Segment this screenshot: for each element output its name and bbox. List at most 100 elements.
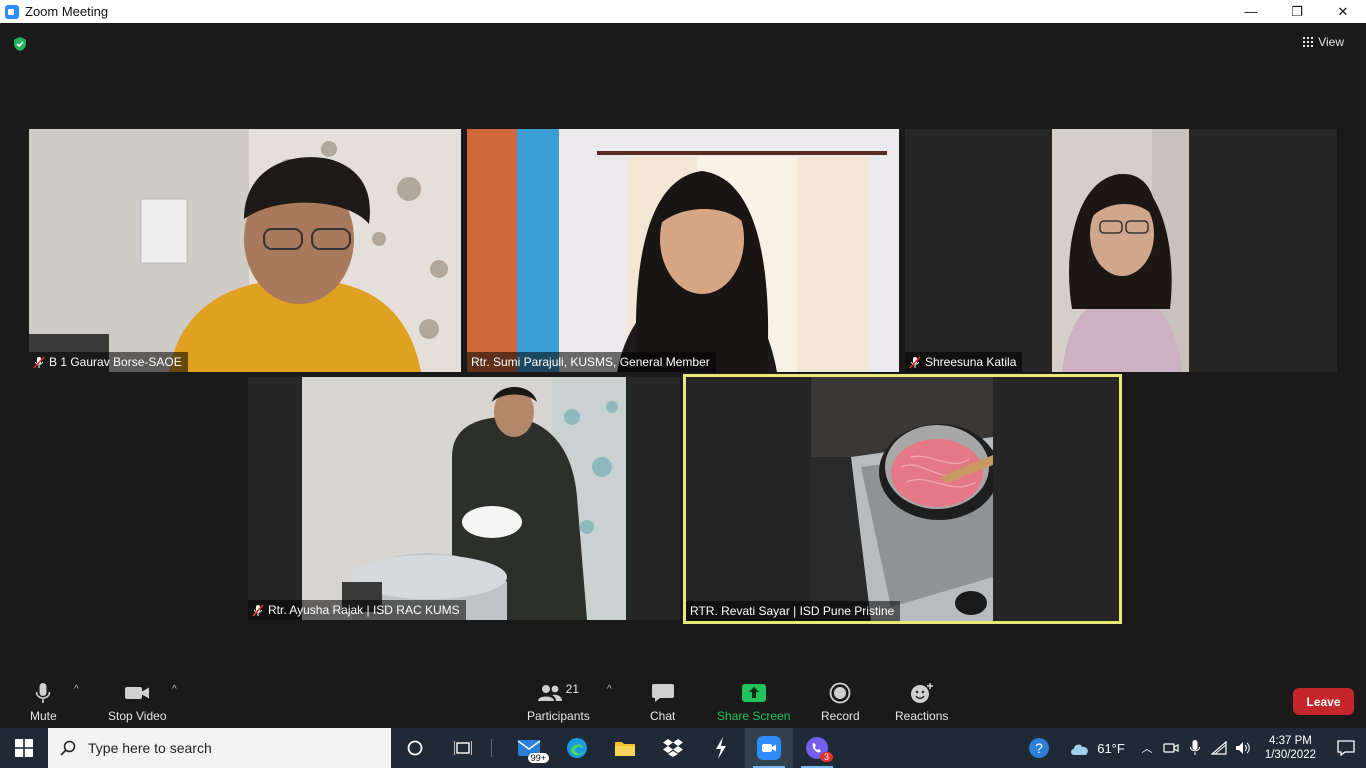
mute-label: Mute xyxy=(30,709,57,723)
microphone-icon xyxy=(36,683,51,703)
zoom-logo-icon xyxy=(5,4,19,19)
video-tile-1[interactable]: B 1 Gaurav Borse-SAOE xyxy=(29,129,461,372)
microphone-tray-icon xyxy=(1189,740,1200,755)
search-placeholder: Type here to search xyxy=(88,740,212,756)
chat-bubble-icon xyxy=(651,684,674,702)
notification-icon xyxy=(1337,740,1355,756)
record-button[interactable]: Record xyxy=(821,680,860,723)
start-button[interactable] xyxy=(0,728,48,768)
weather-temperature: 61°F xyxy=(1097,740,1125,756)
edge-browser-icon xyxy=(567,738,587,758)
close-button[interactable]: ✕ xyxy=(1320,0,1366,23)
video-tile-5-active-speaker[interactable]: RTR. Revati Sayar | ISD Pune Pristine xyxy=(683,374,1122,624)
cortana-circle-icon xyxy=(407,740,423,756)
chat-button[interactable]: Chat xyxy=(650,680,675,723)
viber-app-button[interactable]: 3 xyxy=(793,728,841,768)
view-label: View xyxy=(1318,35,1344,49)
restore-button[interactable]: ❐ xyxy=(1274,0,1320,23)
video-options-caret-icon[interactable]: ^ xyxy=(172,684,177,695)
wifi-icon xyxy=(1210,741,1227,755)
minimize-button[interactable]: — xyxy=(1228,0,1274,23)
mail-app-button[interactable]: 99+ xyxy=(505,728,553,768)
folder-icon xyxy=(615,742,635,756)
viber-badge: 3 xyxy=(819,752,833,762)
participant-name: Rtr. Ayusha Rajak | ISD RAC KUMS xyxy=(268,603,460,617)
chevron-up-icon: ︿ xyxy=(1141,743,1153,755)
windows-taskbar: Type here to search 99+ 3 ? 61°F ︿ 4:37 … xyxy=(0,728,1366,768)
volume-button[interactable] xyxy=(1231,728,1255,768)
file-explorer-button[interactable] xyxy=(601,728,649,768)
share-screen-button[interactable]: Share Screen xyxy=(717,680,790,723)
participant-name: RTR. Revati Sayar | ISD Pune Pristine xyxy=(690,604,895,618)
cloud-weather-icon xyxy=(1071,744,1089,755)
lightning-app-button[interactable] xyxy=(697,728,745,768)
participant-name: B 1 Gaurav Borse-SAOE xyxy=(49,355,182,369)
participant-video xyxy=(1052,129,1189,372)
encryption-shield-icon[interactable] xyxy=(12,36,28,52)
participant-name: Shreesuna Katila xyxy=(925,355,1017,369)
participant-video xyxy=(302,377,626,620)
participants-icon xyxy=(537,685,562,701)
share-screen-label: Share Screen xyxy=(717,709,791,723)
record-label: Record xyxy=(821,709,860,723)
video-tile-3[interactable]: Shreesuna Katila xyxy=(905,129,1337,372)
window-title: Zoom Meeting xyxy=(25,4,109,19)
clock-time: 4:37 PM xyxy=(1269,735,1312,747)
view-button[interactable]: View xyxy=(1303,35,1344,49)
chat-label: Chat xyxy=(650,709,676,723)
taskbar-clock[interactable]: 4:37 PM 1/30/2022 xyxy=(1255,734,1326,762)
participants-label: Participants xyxy=(527,709,590,723)
muted-mic-icon xyxy=(33,355,45,369)
zoom-app-icon xyxy=(757,736,781,760)
lightning-bolt-icon xyxy=(716,737,726,759)
taskbar-search-box[interactable]: Type here to search xyxy=(48,728,391,768)
stop-video-button[interactable]: Stop Video xyxy=(108,680,167,723)
participant-video xyxy=(467,129,899,372)
participants-count: 21 xyxy=(565,682,580,696)
action-center-button[interactable] xyxy=(1326,728,1366,768)
audio-options-caret-icon[interactable]: ^ xyxy=(74,684,79,695)
system-tray: ? 61°F ︿ 4:37 PM 1/30/2022 xyxy=(1019,728,1366,768)
meeting-toolbar: Mute ^ Stop Video ^ 21 Participants ^ Ch… xyxy=(0,676,1366,728)
help-icon: ? xyxy=(1029,738,1050,758)
help-button[interactable]: ? xyxy=(1019,728,1059,768)
windows-logo-icon xyxy=(15,739,33,757)
cortana-button[interactable] xyxy=(391,728,439,768)
task-view-button[interactable] xyxy=(439,728,487,768)
participants-button[interactable]: 21 Participants xyxy=(527,680,590,723)
title-bar: Zoom Meeting — ❐ ✕ xyxy=(0,0,1366,23)
reactions-smiley-icon xyxy=(910,683,933,703)
participants-options-caret-icon[interactable]: ^ xyxy=(607,684,612,695)
microphone-in-use-button[interactable] xyxy=(1183,728,1207,768)
record-icon xyxy=(829,682,851,704)
taskbar-divider xyxy=(491,739,501,757)
video-camera-icon xyxy=(125,687,150,699)
meet-now-button[interactable] xyxy=(1159,728,1183,768)
window-controls: — ❐ ✕ xyxy=(1228,0,1366,23)
meeting-area: View B 1 Gaurav Borse-SAOE Rtr. Sumi Par… xyxy=(0,23,1366,676)
speaker-volume-icon xyxy=(1235,742,1250,754)
video-tile-2[interactable]: Rtr. Sumi Parajuli, KUSMS, General Membe… xyxy=(467,129,899,372)
show-hidden-icons-button[interactable]: ︿ xyxy=(1135,728,1159,768)
search-icon xyxy=(60,740,76,756)
participant-video xyxy=(29,129,461,372)
stop-video-label: Stop Video xyxy=(108,709,167,723)
participant-nameplate: Shreesuna Katila xyxy=(905,352,1023,372)
video-tile-4[interactable]: Rtr. Ayusha Rajak | ISD RAC KUMS xyxy=(248,377,680,620)
network-button[interactable] xyxy=(1207,728,1231,768)
participant-name: Rtr. Sumi Parajuli, KUSMS, General Membe… xyxy=(471,355,710,369)
mail-badge: 99+ xyxy=(527,753,549,763)
leave-button[interactable]: Leave xyxy=(1293,688,1354,715)
zoom-app-button[interactable] xyxy=(745,728,793,768)
participant-video xyxy=(811,377,993,621)
dropbox-icon xyxy=(663,739,683,757)
participant-nameplate: B 1 Gaurav Borse-SAOE xyxy=(29,352,188,372)
meet-now-camera-icon xyxy=(1163,743,1179,753)
participant-nameplate: Rtr. Ayusha Rajak | ISD RAC KUMS xyxy=(248,600,466,620)
reactions-button[interactable]: Reactions xyxy=(895,680,948,723)
mute-button[interactable]: Mute xyxy=(30,680,57,723)
weather-widget[interactable]: 61°F xyxy=(1059,740,1135,756)
edge-browser-button[interactable] xyxy=(553,728,601,768)
muted-mic-icon xyxy=(252,603,264,617)
dropbox-button[interactable] xyxy=(649,728,697,768)
